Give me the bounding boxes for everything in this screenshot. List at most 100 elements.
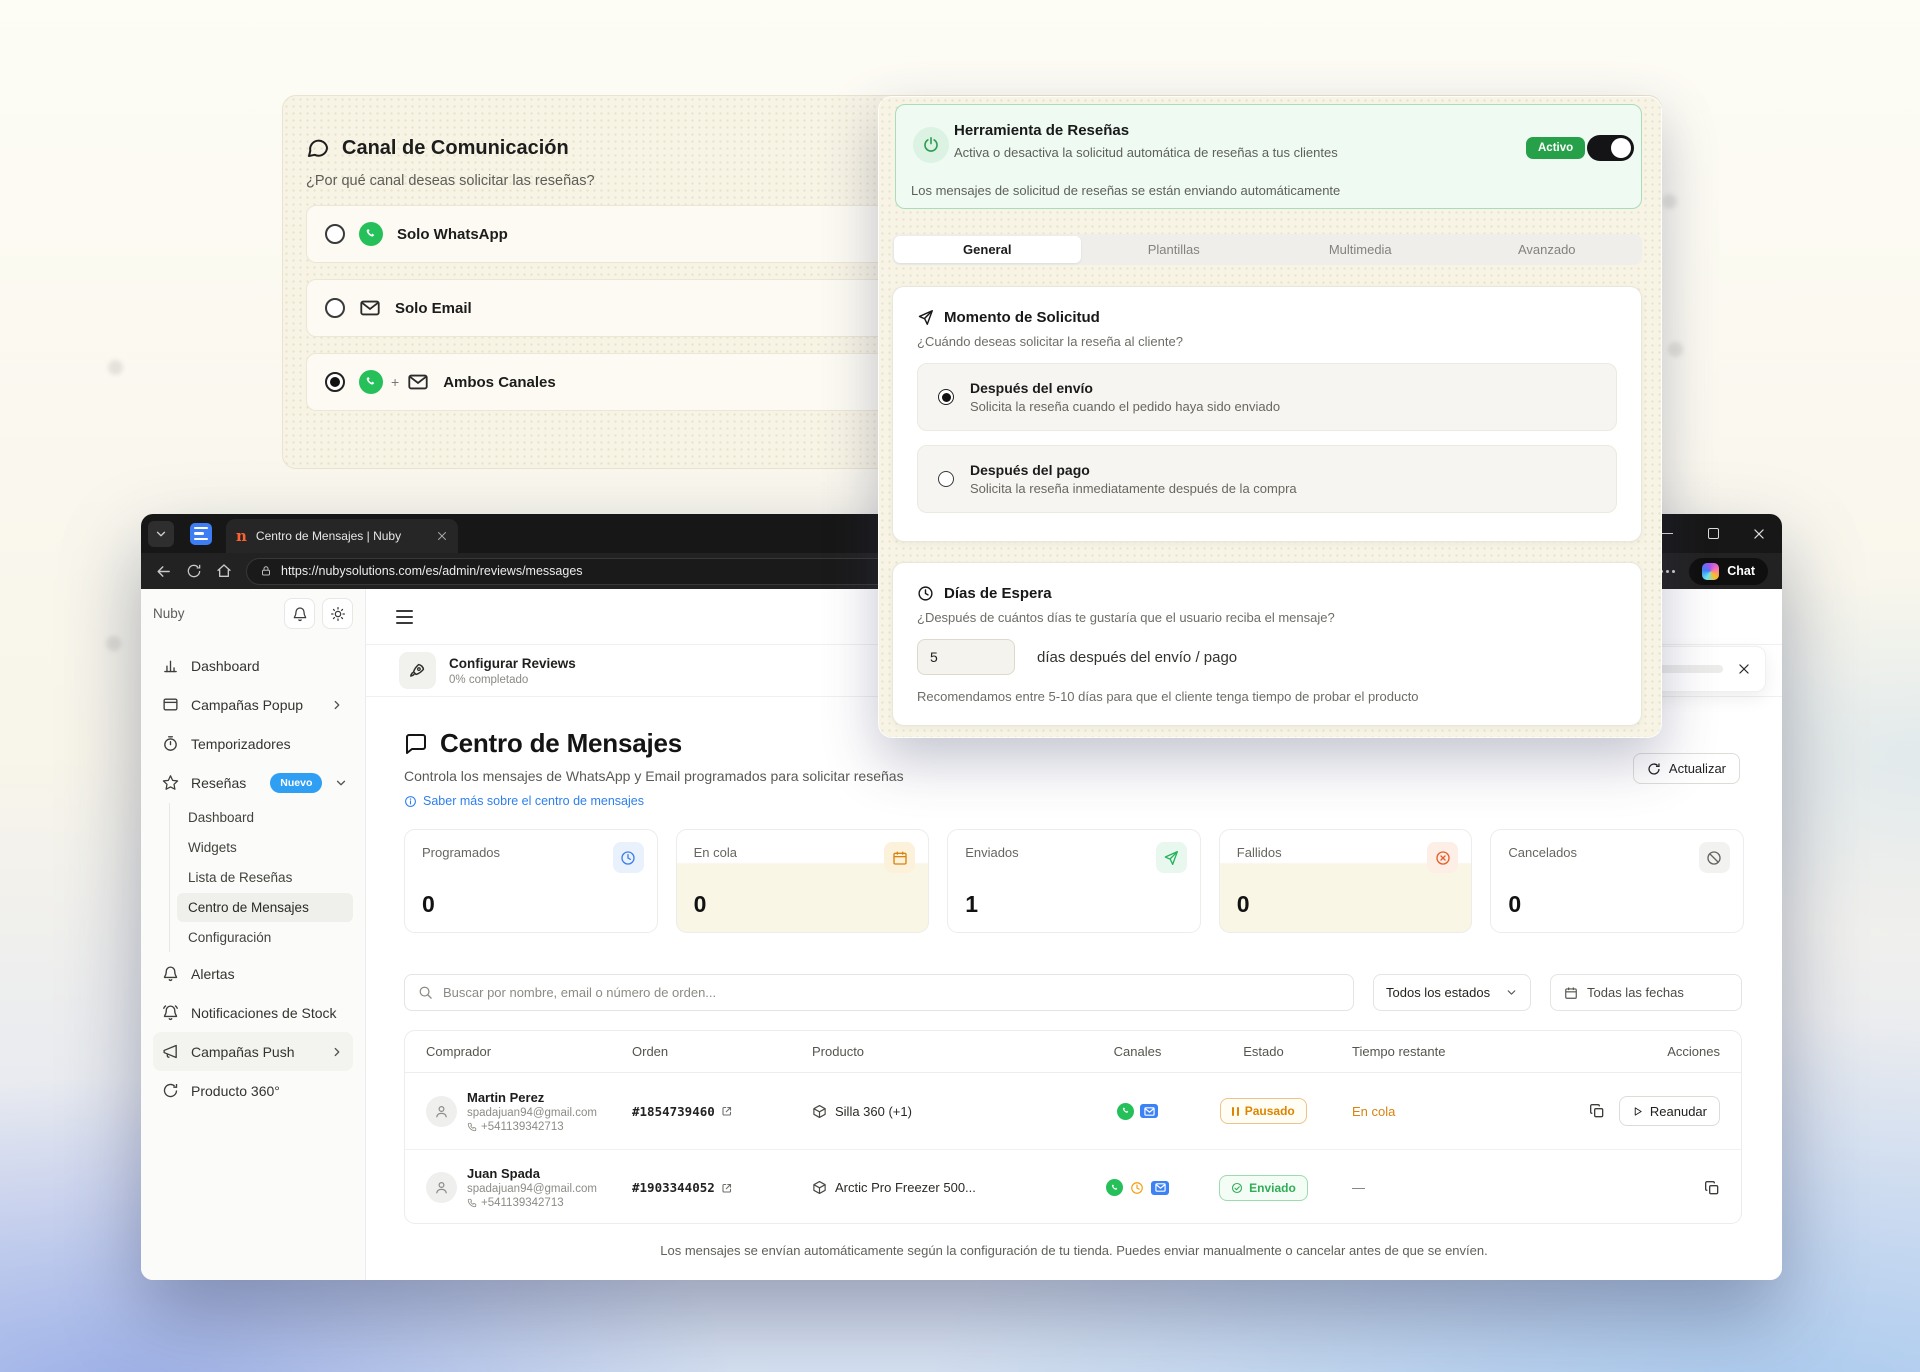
- status-filter-select[interactable]: Todos los estados: [1373, 974, 1531, 1011]
- momento-subtitle: ¿Cuándo deseas solicitar la reseña al cl…: [917, 334, 1617, 349]
- hamburger-menu-icon[interactable]: [396, 610, 413, 628]
- refresh-button[interactable]: Actualizar: [1633, 753, 1740, 784]
- buyer-avatar: [426, 1096, 457, 1127]
- resume-button[interactable]: Reanudar: [1619, 1096, 1720, 1126]
- maximize-button[interactable]: [1690, 514, 1736, 553]
- sidebar-item-resenas[interactable]: Reseñas Nuevo: [153, 763, 353, 802]
- clock-icon: [613, 842, 644, 873]
- sidebar-item-campanas-popup[interactable]: Campañas Popup: [153, 685, 353, 724]
- tab-multimedia[interactable]: Multimedia: [1267, 236, 1454, 263]
- page-heading: Centro de Mensajes Controla los mensajes…: [404, 728, 904, 808]
- bell-icon: [162, 965, 179, 982]
- option-despues-del-pago[interactable]: Después del pago Solicita la reseña inme…: [917, 445, 1617, 513]
- buyer-email: spadajuan94@gmail.com: [467, 1107, 597, 1119]
- rotate-icon: [162, 1082, 179, 1099]
- active-toggle[interactable]: [1587, 135, 1634, 161]
- radio-selected[interactable]: [325, 372, 345, 392]
- sidebar-item-producto-360[interactable]: Producto 360°: [153, 1071, 353, 1110]
- channel-section-title: Canal de Comunicación: [342, 137, 569, 160]
- tab-general[interactable]: General: [894, 236, 1081, 263]
- buyer-name: Juan Spada: [467, 1166, 597, 1181]
- column-header-comprador: Comprador: [405, 1044, 611, 1059]
- calendar-icon: [884, 842, 915, 873]
- search-box[interactable]: [404, 974, 1354, 1011]
- url-text: https://nubysolutions.com/es/admin/revie…: [281, 564, 583, 578]
- reviews-tool-subtitle: Activa o desactiva la solicitud automáti…: [954, 145, 1338, 160]
- submenu-item-configuracion[interactable]: Configuración: [177, 923, 353, 952]
- package-icon: [812, 1104, 827, 1119]
- copilot-chat-button[interactable]: Chat: [1689, 558, 1768, 585]
- buyer-phone: +541139342713: [481, 1197, 564, 1209]
- email-channel-icon: [1140, 1104, 1158, 1118]
- sidebar-item-notificaciones-stock[interactable]: Notificaciones de Stock: [153, 993, 353, 1032]
- time-remaining: En cola: [1331, 1104, 1506, 1119]
- close-button[interactable]: [1736, 514, 1782, 553]
- submenu-item-widgets[interactable]: Widgets: [177, 833, 353, 862]
- package-icon: [812, 1180, 827, 1195]
- notifications-button[interactable]: [284, 598, 315, 629]
- days-input[interactable]: [917, 639, 1015, 675]
- info-icon: [404, 795, 417, 808]
- sidebar-item-alertas[interactable]: Alertas: [153, 954, 353, 993]
- browser-tab[interactable]: n Centro de Mensajes | Nuby: [226, 519, 458, 553]
- table-row: Juan Spada spadajuan94@gmail.com +541139…: [405, 1149, 1741, 1224]
- reload-icon[interactable]: [186, 563, 202, 579]
- sidebar-item-campanas-push[interactable]: Campañas Push: [153, 1032, 353, 1071]
- home-icon[interactable]: [216, 563, 232, 579]
- stat-card-fallidos: Fallidos 0: [1219, 829, 1473, 933]
- date-filter[interactable]: Todas las fechas: [1550, 974, 1742, 1011]
- radio-unselected[interactable]: [325, 298, 345, 318]
- ban-icon: [1699, 842, 1730, 873]
- submenu-item-dashboard[interactable]: Dashboard: [177, 803, 353, 832]
- copy-icon[interactable]: [1589, 1103, 1605, 1119]
- tab-search-chevron-button[interactable]: [148, 521, 174, 547]
- app-sidebar: Nuby Dashboard Campañas Popup: [141, 589, 366, 1280]
- back-icon[interactable]: [155, 563, 172, 580]
- brand-name: Nuby: [153, 606, 185, 621]
- tab-groups-icon[interactable]: [190, 523, 212, 545]
- page-subtitle: Controla los mensajes de WhatsApp y Emai…: [404, 768, 904, 784]
- browser-menu-icon[interactable]: [1660, 570, 1675, 573]
- timer-icon: [162, 735, 179, 752]
- channel-option-label: Solo Email: [395, 300, 472, 317]
- channel-option-email[interactable]: Solo Email: [306, 279, 906, 337]
- decor-dot: [108, 360, 123, 375]
- calendar-icon: [1564, 986, 1578, 1000]
- radio-unselected[interactable]: [325, 224, 345, 244]
- theme-toggle-button[interactable]: [322, 598, 353, 629]
- column-header-canales: Canales: [1079, 1044, 1196, 1059]
- column-header-estado: Estado: [1196, 1044, 1331, 1059]
- page-title: Centro de Mensajes: [440, 728, 682, 759]
- external-link-icon[interactable]: [721, 1105, 733, 1117]
- channel-option-both[interactable]: + Ambos Canales: [306, 353, 906, 411]
- filter-row: Todos los estados Todas las fechas: [404, 974, 1742, 1011]
- option-description: Solicita la reseña cuando el pedido haya…: [970, 399, 1280, 414]
- reviews-tabs: General Plantillas Multimedia Avanzado: [892, 234, 1642, 265]
- play-icon: [1632, 1106, 1643, 1117]
- tab-avanzado[interactable]: Avanzado: [1454, 236, 1641, 263]
- search-input[interactable]: [443, 985, 1340, 1000]
- decor-dot: [1662, 194, 1677, 209]
- copy-icon[interactable]: [1704, 1180, 1720, 1196]
- channel-option-whatsapp[interactable]: Solo WhatsApp: [306, 205, 906, 263]
- tab-plantillas[interactable]: Plantillas: [1081, 236, 1268, 263]
- sidebar-item-temporizadores[interactable]: Temporizadores: [153, 724, 353, 763]
- stat-card-cancelados: Cancelados 0: [1490, 829, 1744, 933]
- whatsapp-channel-icon: [1106, 1179, 1123, 1196]
- stat-value: 1: [965, 891, 978, 918]
- refresh-icon: [1647, 762, 1661, 776]
- tab-close-icon[interactable]: [436, 530, 448, 542]
- chevron-right-icon: [330, 1045, 344, 1059]
- toast-close-icon[interactable]: [1737, 662, 1751, 676]
- learn-more-link[interactable]: Saber más sobre el centro de mensajes: [404, 794, 904, 808]
- radio-unselected[interactable]: [938, 471, 954, 487]
- submenu-item-lista-de-resenas[interactable]: Lista de Reseñas: [177, 863, 353, 892]
- option-despues-del-envio[interactable]: Después del envío Solicita la reseña cua…: [917, 363, 1617, 431]
- sidebar-item-dashboard[interactable]: Dashboard: [153, 646, 353, 685]
- submenu-item-centro-de-mensajes[interactable]: Centro de Mensajes: [177, 893, 353, 922]
- stat-value: 0: [422, 891, 435, 918]
- radio-selected[interactable]: [938, 389, 954, 405]
- external-link-icon[interactable]: [721, 1182, 733, 1194]
- date-filter-value: Todas las fechas: [1587, 985, 1684, 1000]
- whatsapp-icon: [359, 370, 383, 394]
